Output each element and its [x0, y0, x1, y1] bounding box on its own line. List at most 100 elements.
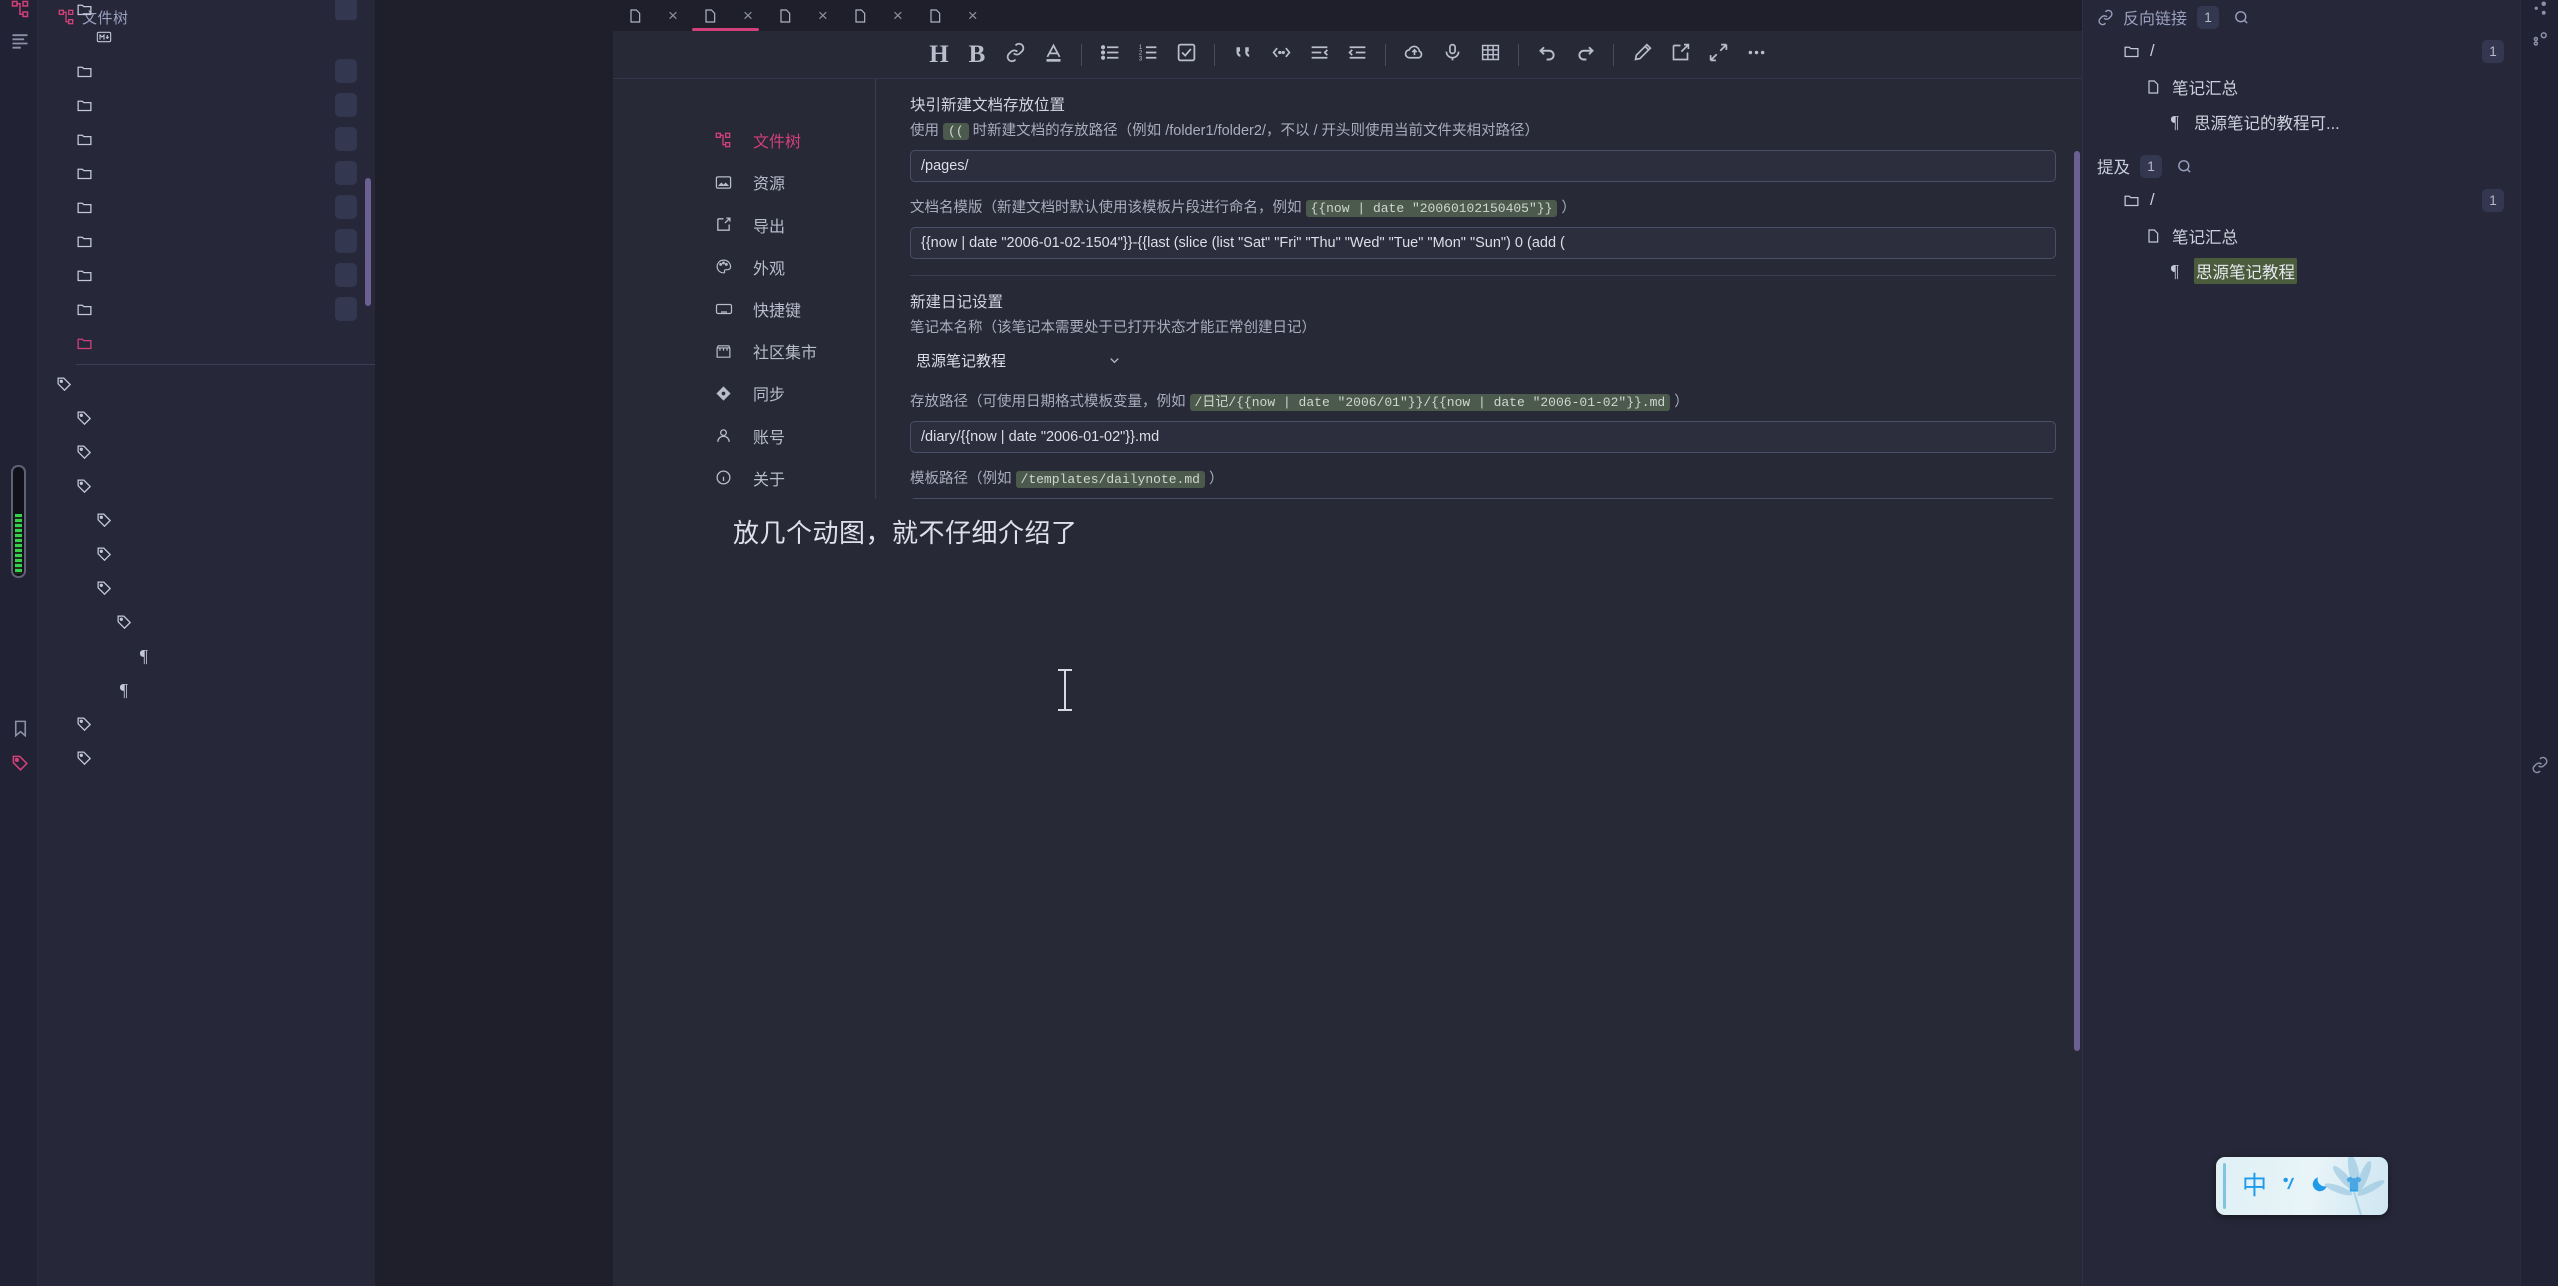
heading-button[interactable]: H — [920, 36, 958, 74]
backlink-row-label: / — [2150, 42, 2155, 60]
tag-item[interactable] — [38, 435, 375, 469]
backlink-row[interactable]: 笔记汇总 — [2083, 218, 2520, 253]
undo-button[interactable] — [1528, 36, 1566, 74]
link-dock-icon[interactable] — [2527, 752, 2553, 778]
settings-nav-item[interactable]: 快捷键 — [715, 288, 875, 330]
file-tree-item[interactable] — [38, 122, 375, 156]
backlink-row[interactable]: ¶ 思源笔记的教程可... — [2083, 104, 2520, 139]
settings-nav-item[interactable]: 同步 — [715, 372, 875, 414]
file-tree-item[interactable] — [38, 258, 375, 292]
backlink-dock-icon[interactable] — [2527, 0, 2553, 22]
quote-button[interactable] — [1224, 36, 1262, 74]
tag-item[interactable] — [38, 571, 375, 605]
link-icon — [1005, 42, 1026, 68]
file-tree-scrollbar-thumb[interactable] — [365, 178, 371, 306]
file-tree-scrollbar[interactable] — [365, 178, 371, 478]
tag-item[interactable] — [38, 537, 375, 571]
settings-nav-item[interactable]: 导出 — [715, 203, 875, 245]
open-external-button[interactable] — [1661, 36, 1699, 74]
record-button[interactable] — [1433, 36, 1471, 74]
settings-nav-item[interactable]: 外观 — [715, 246, 875, 288]
bookmark-dock-icon[interactable] — [7, 715, 33, 741]
ordered-list-button[interactable]: 123 — [1129, 36, 1167, 74]
fullscreen-button[interactable] — [1699, 36, 1737, 74]
tag-item[interactable] — [38, 741, 375, 775]
link-button[interactable] — [996, 36, 1034, 74]
tag-item[interactable]: ¶ — [38, 673, 375, 707]
indent-button[interactable] — [1338, 36, 1376, 74]
settings-nav-item[interactable]: 关于 — [715, 457, 875, 499]
ime-drag-handle[interactable] — [2223, 1163, 2226, 1209]
settings-nav-item[interactable]: 社区集市 — [715, 330, 875, 372]
file-tree-item[interactable] — [38, 54, 375, 88]
settings-nav-item[interactable]: 文件树 — [715, 119, 875, 161]
settings-nav-item[interactable]: 账号 — [715, 415, 875, 457]
graph-dock-icon[interactable] — [2527, 26, 2553, 52]
mention-search-icon[interactable] — [2176, 158, 2193, 175]
close-icon[interactable]: × — [743, 6, 753, 26]
file-tree-item[interactable] — [38, 20, 375, 54]
font-color-button[interactable] — [1034, 36, 1072, 74]
notebook-select-wrap: 思源笔记教程 — [910, 346, 1180, 377]
editor-tab[interactable]: × — [613, 0, 688, 31]
upload-button[interactable] — [1395, 36, 1433, 74]
file-tree-dock-icon[interactable] — [7, 0, 33, 22]
backlink-row[interactable]: 笔记汇总 — [2083, 69, 2520, 104]
daily-note-savepath-input[interactable] — [910, 421, 2056, 453]
tags-section-header[interactable] — [38, 367, 375, 401]
backlink-panel: 反向链接 1 /1 笔记汇总 ¶ 思源笔记的教程可... 提及 1 /1 笔记汇总 ¶ 思源… — [2082, 0, 2520, 1286]
file-tree-item[interactable] — [38, 156, 375, 190]
tag-item[interactable] — [38, 605, 375, 639]
file-tree-item[interactable] — [38, 88, 375, 122]
editor-tab[interactable]: × — [688, 0, 763, 31]
editor-scrollbar[interactable] — [2074, 151, 2080, 1051]
file-tree-item[interactable] — [38, 224, 375, 258]
tag-item[interactable] — [38, 503, 375, 537]
close-icon[interactable]: × — [893, 6, 903, 26]
tag-icon — [72, 750, 96, 767]
toolbar-separator — [1613, 43, 1614, 66]
close-icon[interactable]: × — [668, 6, 678, 26]
settings-divider-1 — [910, 274, 2056, 276]
task-list-button[interactable] — [1167, 36, 1205, 74]
settings-nav-label: 资源 — [753, 176, 786, 194]
tag-item[interactable] — [38, 707, 375, 741]
doc-name-template-input[interactable] — [910, 226, 2056, 259]
file-tree-item-count — [335, 297, 357, 321]
more-button[interactable] — [1737, 36, 1775, 74]
search-icon[interactable] — [2233, 9, 2250, 26]
bold-button[interactable]: B — [958, 36, 996, 74]
outdent-button[interactable] — [1300, 36, 1338, 74]
code-button[interactable] — [1262, 36, 1300, 74]
unordered-list-button[interactable] — [1091, 36, 1129, 74]
backlink-row[interactable]: /1 — [2083, 34, 2520, 69]
file-tree-item[interactable] — [38, 190, 375, 224]
block-ref-path-input[interactable] — [910, 149, 2056, 182]
file-tree-item[interactable] — [38, 0, 375, 20]
ime-floating-bar[interactable]: 中 — [2216, 1157, 2388, 1215]
tag-item[interactable] — [38, 401, 375, 435]
tag-dock-icon[interactable] — [7, 750, 33, 776]
close-icon[interactable]: × — [968, 6, 978, 26]
close-icon[interactable]: × — [818, 6, 828, 26]
backlink-row[interactable]: ¶ 思源笔记教程 — [2083, 253, 2520, 288]
file-tree-item[interactable] — [38, 326, 375, 360]
file-tree-item[interactable] — [38, 292, 375, 326]
half-width-icon[interactable] — [2280, 1174, 2297, 1198]
daily-note-template-input[interactable] — [910, 497, 2056, 499]
tag-item[interactable] — [38, 469, 375, 503]
tag-item[interactable]: ¶ — [38, 639, 375, 673]
edit-mode-button[interactable] — [1623, 36, 1661, 74]
outline-dock-icon[interactable] — [7, 28, 33, 54]
notebook-select[interactable]: 思源笔记教程 — [910, 346, 1180, 377]
redo-button[interactable] — [1566, 36, 1604, 74]
editor-tab[interactable]: × — [913, 0, 988, 31]
ime-mode-label[interactable]: 中 — [2242, 1173, 2267, 1199]
editor-tab[interactable]: × — [838, 0, 913, 31]
settings-nav-item[interactable]: 资源 — [715, 161, 875, 203]
backlink-row[interactable]: /1 — [2083, 183, 2520, 218]
editor-tab[interactable]: × — [763, 0, 838, 31]
table-button[interactable] — [1471, 36, 1509, 74]
editor-paragraph[interactable]: 放几个动图，就不仔细介绍了 — [733, 513, 1078, 550]
bullet-list-icon — [1100, 42, 1121, 68]
